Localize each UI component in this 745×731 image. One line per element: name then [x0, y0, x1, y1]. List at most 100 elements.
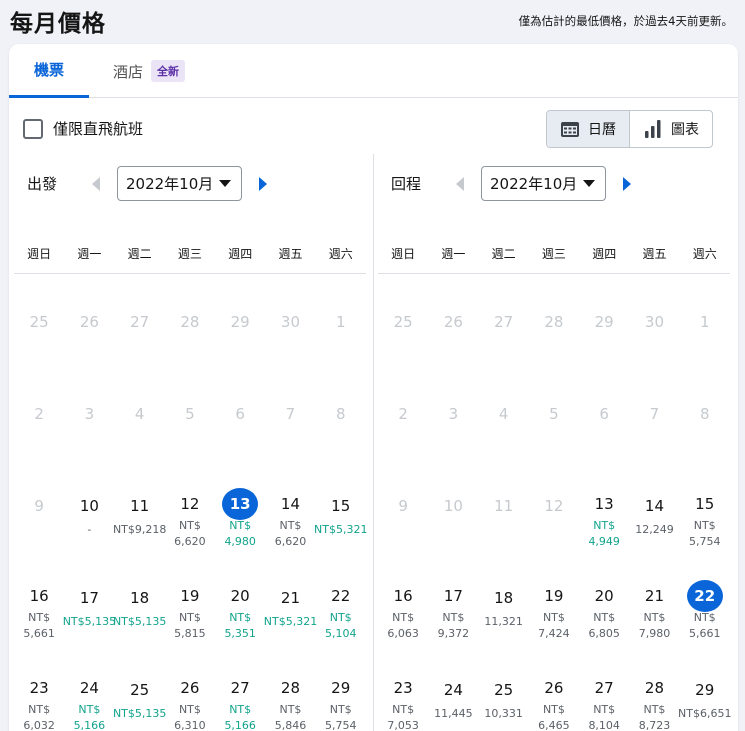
departure-label: 出發	[27, 175, 58, 193]
day-number: 4	[134, 405, 145, 423]
day-number: 1	[699, 313, 710, 331]
return-calendar: 週日 週一 週二 週三 週四 週五 週六 25 26 27 28 29 30 1 2 3 4 5 6 7 8 9 10 11 1…	[378, 234, 731, 731]
calendar-day[interactable]: 28 NT$ 8,723	[629, 642, 679, 731]
day-number: 3	[84, 405, 95, 423]
calendar-day[interactable]: 27 NT$ 8,104	[579, 642, 629, 731]
calendar-day-selected[interactable]: 13 NT$ 4,980	[215, 458, 265, 550]
calendar-day[interactable]: 21 NT$5,321	[264, 550, 317, 642]
calendar-day[interactable]: 18 11,321	[479, 550, 529, 642]
calendar-day: 28	[529, 274, 579, 366]
day-price: NT$ 6,805	[588, 611, 620, 640]
calendar-day[interactable]: 15 NT$ 5,754	[680, 458, 730, 550]
weekday-label: 週日	[27, 247, 52, 261]
day-number: 27	[494, 313, 514, 331]
day-price: NT$ 6,063	[387, 611, 419, 640]
calendar-day[interactable]: 11 NT$9,218	[113, 458, 166, 550]
day-number: 9	[398, 497, 408, 515]
departure-prev-month-button[interactable]	[87, 174, 105, 194]
calendar-day[interactable]: 27 NT$ 5,166	[215, 642, 265, 731]
calendar-day[interactable]: 12 NT$ 6,620	[165, 458, 215, 550]
calendar-day[interactable]: 19 NT$ 7,424	[529, 550, 579, 642]
calendar-day[interactable]: 26 NT$ 6,465	[529, 642, 579, 731]
day-number: 24	[79, 679, 99, 697]
calendar-day: 12	[529, 458, 579, 550]
day-price-low: NT$5,135	[112, 615, 167, 628]
tab-hotels[interactable]: 酒店 全新	[113, 44, 186, 98]
calendar-day[interactable]: 25 10,331	[479, 642, 529, 731]
calendar-view-button[interactable]: 日曆	[547, 111, 630, 147]
calendar-day[interactable]: 29 NT$6,651	[678, 642, 731, 731]
calendar-day[interactable]: 16 NT$ 6,063	[378, 550, 428, 642]
day-price: NT$ 7,424	[538, 611, 570, 640]
day-number: 12	[544, 497, 564, 515]
direct-only-filter[interactable]: 僅限直飛航班	[23, 118, 143, 139]
day-number: 6	[235, 405, 245, 423]
calendar-day[interactable]: 20 NT$ 6,805	[579, 550, 629, 642]
departure-next-month-button[interactable]	[254, 174, 272, 194]
day-price-low: NT$ 4,980	[224, 519, 256, 548]
weekday-label: 週六	[692, 247, 717, 261]
caret-left-icon	[92, 176, 100, 191]
calendar-week-row: 23 NT$ 7,053 24 11,445 25 10,331 26 NT$ 6,465 27…	[378, 642, 731, 731]
calendar-day: 25	[378, 274, 428, 366]
calendar-day: 26	[64, 274, 114, 366]
calendar-day[interactable]: 20 NT$ 5,351	[215, 550, 265, 642]
day-number: 6	[599, 405, 609, 423]
weekday-header: 週日 週一 週二 週三 週四 週五 週六	[14, 234, 366, 274]
calendar-day[interactable]: 24 11,445	[428, 642, 478, 731]
price-note: 僅為估計的最低價格，於過去4天前更新。	[518, 14, 733, 28]
day-number: 28	[280, 679, 300, 697]
calendar-day[interactable]: 26 NT$ 6,310	[165, 642, 215, 731]
calendar-day: 8	[680, 366, 730, 458]
view-toggle: 日曆 圖表	[546, 110, 713, 148]
calendar-day: 1	[680, 274, 730, 366]
return-month-select[interactable]: 2022年10月	[481, 166, 606, 201]
day-number: 28	[544, 313, 564, 331]
calendar-day[interactable]: 18 NT$5,135	[112, 550, 167, 642]
calendar-day[interactable]: 19 NT$ 5,815	[165, 550, 215, 642]
day-number: 22	[331, 587, 351, 605]
calendar-day: 29	[215, 274, 265, 366]
departure-month-select[interactable]: 2022年10月	[117, 166, 242, 201]
day-number: 21	[280, 589, 300, 607]
day-number: 7	[285, 405, 296, 423]
calendar-day[interactable]: 22 NT$ 5,104	[316, 550, 366, 642]
calendar-day[interactable]: 15 NT$5,321	[314, 458, 367, 550]
day-number: 10	[79, 497, 99, 515]
calendar-day[interactable]: 13 NT$ 4,949	[579, 458, 629, 550]
calendar-day[interactable]: 24 NT$ 5,166	[64, 642, 114, 731]
tab-flights[interactable]: 機票	[9, 44, 89, 98]
chart-view-button[interactable]: 圖表	[630, 111, 712, 147]
calendar-day[interactable]: 16 NT$ 5,661	[14, 550, 64, 642]
day-number: 15	[331, 497, 351, 515]
calendar-day[interactable]: 29 NT$ 5,754	[316, 642, 366, 731]
direct-only-checkbox[interactable]	[23, 118, 43, 139]
day-number: 21	[644, 587, 664, 605]
return-prev-month-button[interactable]	[451, 174, 469, 194]
calendar-day-selected[interactable]: 22 NT$ 5,661	[680, 550, 730, 642]
calendar-day[interactable]: 17 NT$5,135	[63, 550, 116, 642]
day-price: NT$ 5,846	[274, 703, 307, 731]
day-number: 25	[130, 681, 150, 699]
weekday-label: 週四	[228, 247, 253, 261]
tab-bar: 機票 酒店 全新	[9, 44, 738, 98]
calendar-day: 27	[479, 274, 529, 366]
day-price-low: NT$ 5,104	[324, 611, 357, 640]
day-number: 2	[398, 405, 408, 423]
calendar-day[interactable]: 14 NT$ 6,620	[265, 458, 315, 550]
day-number: 29	[230, 313, 250, 331]
calendar-day[interactable]: 23 NT$ 7,053	[378, 642, 428, 731]
calendar-day[interactable]: 10 -	[64, 458, 114, 550]
calendar-day[interactable]: 28 NT$ 5,846	[265, 642, 315, 731]
calendar-day[interactable]: 21 NT$ 7,980	[629, 550, 679, 642]
day-number: 4	[498, 405, 509, 423]
calendar-day[interactable]: 14 12,249	[629, 458, 679, 550]
calendar-day[interactable]: 25 NT$5,135	[113, 642, 166, 731]
tab-hotels-label: 酒店	[113, 62, 144, 81]
day-number: 14	[280, 495, 300, 513]
calendar-day[interactable]: 17 NT$ 9,372	[428, 550, 478, 642]
calendar-day[interactable]: 23 NT$ 6,032	[14, 642, 64, 731]
return-next-month-button[interactable]	[618, 174, 636, 194]
calendar-week-row: 2 3 4 5 6 7 8	[14, 366, 366, 458]
day-number: 26	[79, 313, 99, 331]
